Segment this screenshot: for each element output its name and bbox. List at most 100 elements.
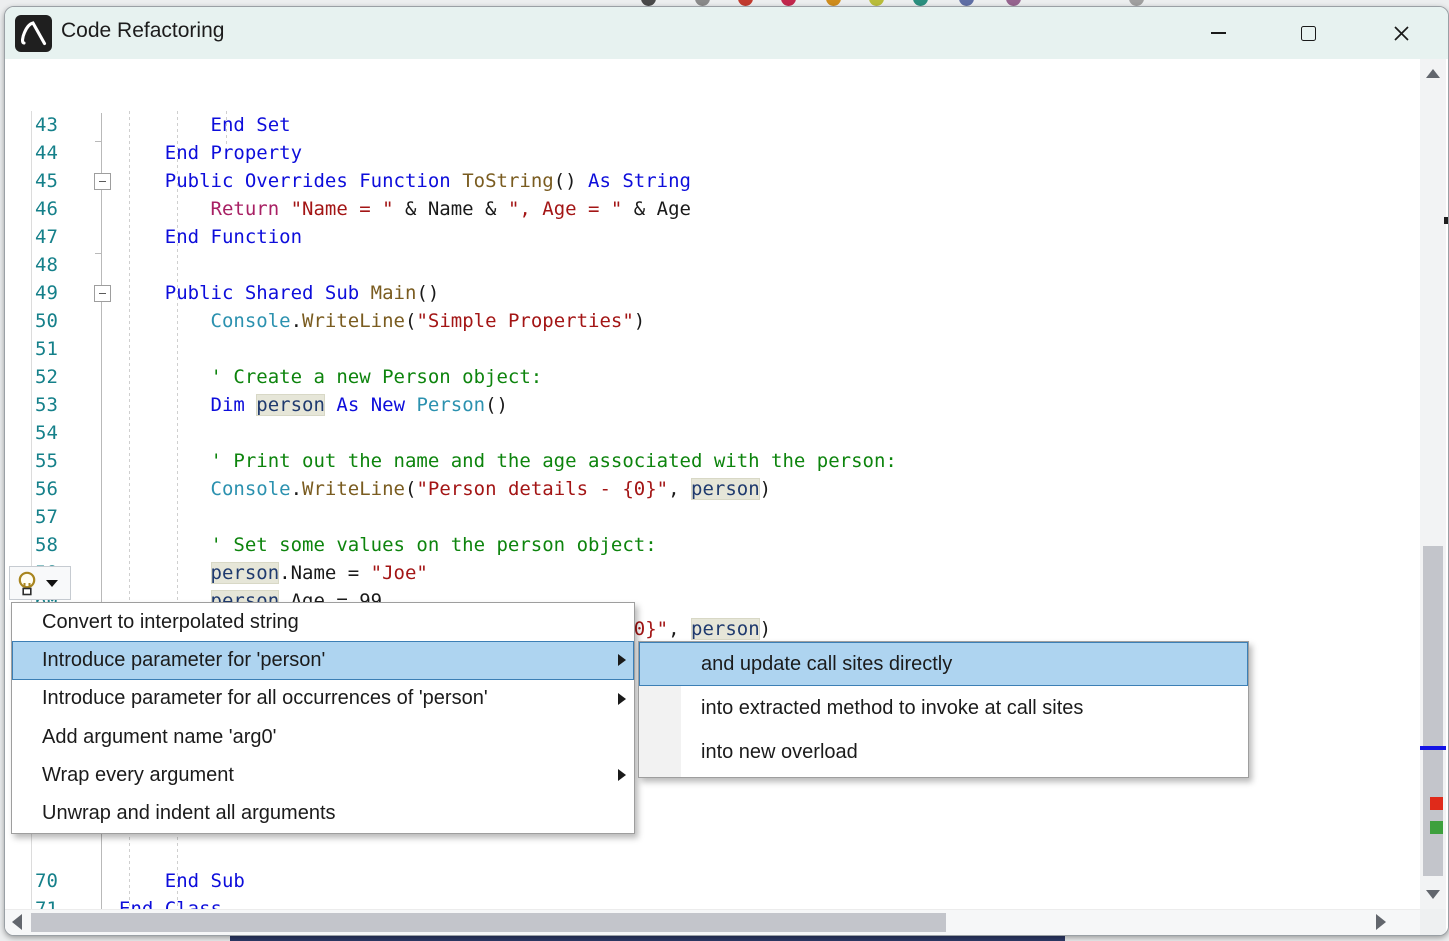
menu-item-label: Unwrap and indent all arguments <box>42 802 336 825</box>
code-text: person.Name = "Joe" <box>119 559 428 587</box>
code-text: End Function <box>119 223 302 251</box>
code-text: Console.WriteLine("Simple Properties") <box>119 307 645 335</box>
submenu-arrow-icon <box>618 654 626 666</box>
code-text: End Sub <box>119 867 245 895</box>
code-line[interactable]: 53 Dim person As New Person() <box>5 391 1448 419</box>
menu-item[interactable]: Wrap every argument <box>12 756 634 794</box>
scroll-left-arrow-icon[interactable] <box>12 914 22 930</box>
highlighted-symbol[interactable]: person <box>691 618 760 640</box>
code-text: ' Set some values on the person object: <box>119 531 657 559</box>
code-line[interactable]: 43 End Set <box>5 111 1448 139</box>
code-line[interactable]: 45 Public Overrides Function ToString() … <box>5 167 1448 195</box>
code-refactoring-window: Code Refactoring 43 End Set44 End Proper… <box>4 6 1449 936</box>
maximize-button[interactable] <box>1286 11 1330 55</box>
menu-item-label: Add argument name 'arg0' <box>42 726 276 749</box>
code-text: ' Create a new Person object: <box>119 363 542 391</box>
highlighted-symbol[interactable]: person <box>211 562 280 584</box>
chevron-down-icon[interactable] <box>46 580 58 587</box>
submenu-arrow-icon <box>618 769 626 781</box>
scrollbar-corner <box>1420 909 1446 935</box>
scroll-down-arrow-icon[interactable] <box>1426 890 1440 899</box>
line-number[interactable]: 44 <box>35 139 77 167</box>
scroll-right-arrow-icon[interactable] <box>1376 914 1386 930</box>
scrollbar-marker-green <box>1430 821 1443 834</box>
code-line[interactable]: 47 End Function <box>5 223 1448 251</box>
code-line[interactable]: 46 Return "Name = " & Name & ", Age = " … <box>5 195 1448 223</box>
minimize-button[interactable] <box>1196 11 1240 55</box>
highlighted-symbol[interactable]: person <box>256 394 325 416</box>
line-number[interactable]: 55 <box>35 447 77 475</box>
introduce-parameter-submenu: and update call sites directly into extra… <box>638 641 1249 778</box>
title-bar[interactable]: Code Refactoring <box>5 7 1448 59</box>
minimize-icon <box>1211 32 1226 34</box>
submenu-item-label: into extracted method to invoke at call … <box>701 697 1083 720</box>
close-button[interactable] <box>1379 11 1423 55</box>
code-line[interactable]: 49 Public Shared Sub Main() <box>5 279 1448 307</box>
line-number[interactable]: 58 <box>35 531 77 559</box>
code-text: End Set <box>119 111 291 139</box>
line-number[interactable]: 49 <box>35 279 77 307</box>
collapse-region-button[interactable] <box>94 173 111 190</box>
vertical-scrollbar[interactable] <box>1420 59 1446 909</box>
submenu-item-label: into new overload <box>701 741 858 764</box>
scroll-up-arrow-icon[interactable] <box>1426 69 1440 78</box>
code-line[interactable]: 50 Console.WriteLine("Simple Properties"… <box>5 307 1448 335</box>
code-text: Console.WriteLine("Person details - {0}"… <box>119 475 771 503</box>
line-number[interactable]: 45 <box>35 167 77 195</box>
code-line[interactable]: 70 End Sub <box>5 867 1448 895</box>
code-text: ' Print out the name and the age associa… <box>119 447 897 475</box>
code-text: Public Overrides Function ToString() As … <box>119 167 691 195</box>
caret-position-marker <box>1420 746 1446 750</box>
menu-item-label: Introduce parameter for all occurrences … <box>42 687 488 710</box>
maximize-icon <box>1301 26 1316 41</box>
collapse-region-button[interactable] <box>94 285 111 302</box>
submenu-item-label: and update call sites directly <box>701 653 952 676</box>
menu-item[interactable]: Introduce parameter for all occurrences … <box>12 680 634 718</box>
overview-margin-tick <box>1444 217 1448 224</box>
code-line[interactable]: 54 <box>5 419 1448 447</box>
line-number[interactable]: 46 <box>35 195 77 223</box>
menu-item-label: Wrap every argument <box>42 764 234 787</box>
line-number[interactable]: 50 <box>35 307 77 335</box>
menu-item-label: Convert to interpolated string <box>42 611 299 634</box>
menu-item[interactable]: Introduce parameter for 'person' <box>12 641 634 679</box>
code-line[interactable]: 57 <box>5 503 1448 531</box>
menu-item[interactable]: Add argument name 'arg0' <box>12 718 634 756</box>
submenu-item[interactable]: into new overload <box>639 731 1248 775</box>
line-number[interactable]: 53 <box>35 391 77 419</box>
menu-item-label: Introduce parameter for 'person' <box>42 649 325 672</box>
line-number[interactable]: 57 <box>35 503 77 531</box>
line-number[interactable]: 52 <box>35 363 77 391</box>
menu-item[interactable]: Unwrap and indent all arguments <box>12 794 634 832</box>
refactoring-context-menu: Convert to interpolated string Introduce … <box>11 602 635 834</box>
code-line[interactable]: 51 <box>5 335 1448 363</box>
scrollbar-marker-red <box>1430 797 1443 810</box>
menu-item[interactable]: Convert to interpolated string <box>12 603 634 641</box>
code-text: Return "Name = " & Name & ", Age = " & A… <box>119 195 691 223</box>
submenu-arrow-icon <box>618 693 626 705</box>
line-number[interactable]: 51 <box>35 335 77 363</box>
horizontal-scrollbar-thumb[interactable] <box>31 913 946 932</box>
code-line[interactable]: 55 ' Print out the name and the age asso… <box>5 447 1448 475</box>
line-number[interactable]: 48 <box>35 251 77 279</box>
line-number[interactable]: 43 <box>35 111 77 139</box>
code-line[interactable]: 59 person.Name = "Joe" <box>5 559 1448 587</box>
lightbulb-icon <box>15 570 39 597</box>
submenu-item[interactable]: and update call sites directly <box>639 642 1248 686</box>
code-text: Dim person As New Person() <box>119 391 508 419</box>
code-line[interactable]: 48 <box>5 251 1448 279</box>
code-line[interactable]: 56 Console.WriteLine("Person details - {… <box>5 475 1448 503</box>
code-text: Public Shared Sub Main() <box>119 279 439 307</box>
code-line[interactable]: 44 End Property <box>5 139 1448 167</box>
app-logo-icon <box>15 15 52 52</box>
code-line[interactable]: 52 ' Create a new Person object: <box>5 363 1448 391</box>
line-number[interactable]: 70 <box>35 867 77 895</box>
quick-actions-lightbulb-button[interactable] <box>9 566 71 600</box>
submenu-item[interactable]: into extracted method to invoke at call … <box>639 686 1248 730</box>
highlighted-symbol[interactable]: person <box>691 478 760 500</box>
line-number[interactable]: 54 <box>35 419 77 447</box>
code-line[interactable]: 58 ' Set some values on the person objec… <box>5 531 1448 559</box>
line-number[interactable]: 56 <box>35 475 77 503</box>
horizontal-scrollbar[interactable] <box>5 909 1420 936</box>
line-number[interactable]: 47 <box>35 223 77 251</box>
